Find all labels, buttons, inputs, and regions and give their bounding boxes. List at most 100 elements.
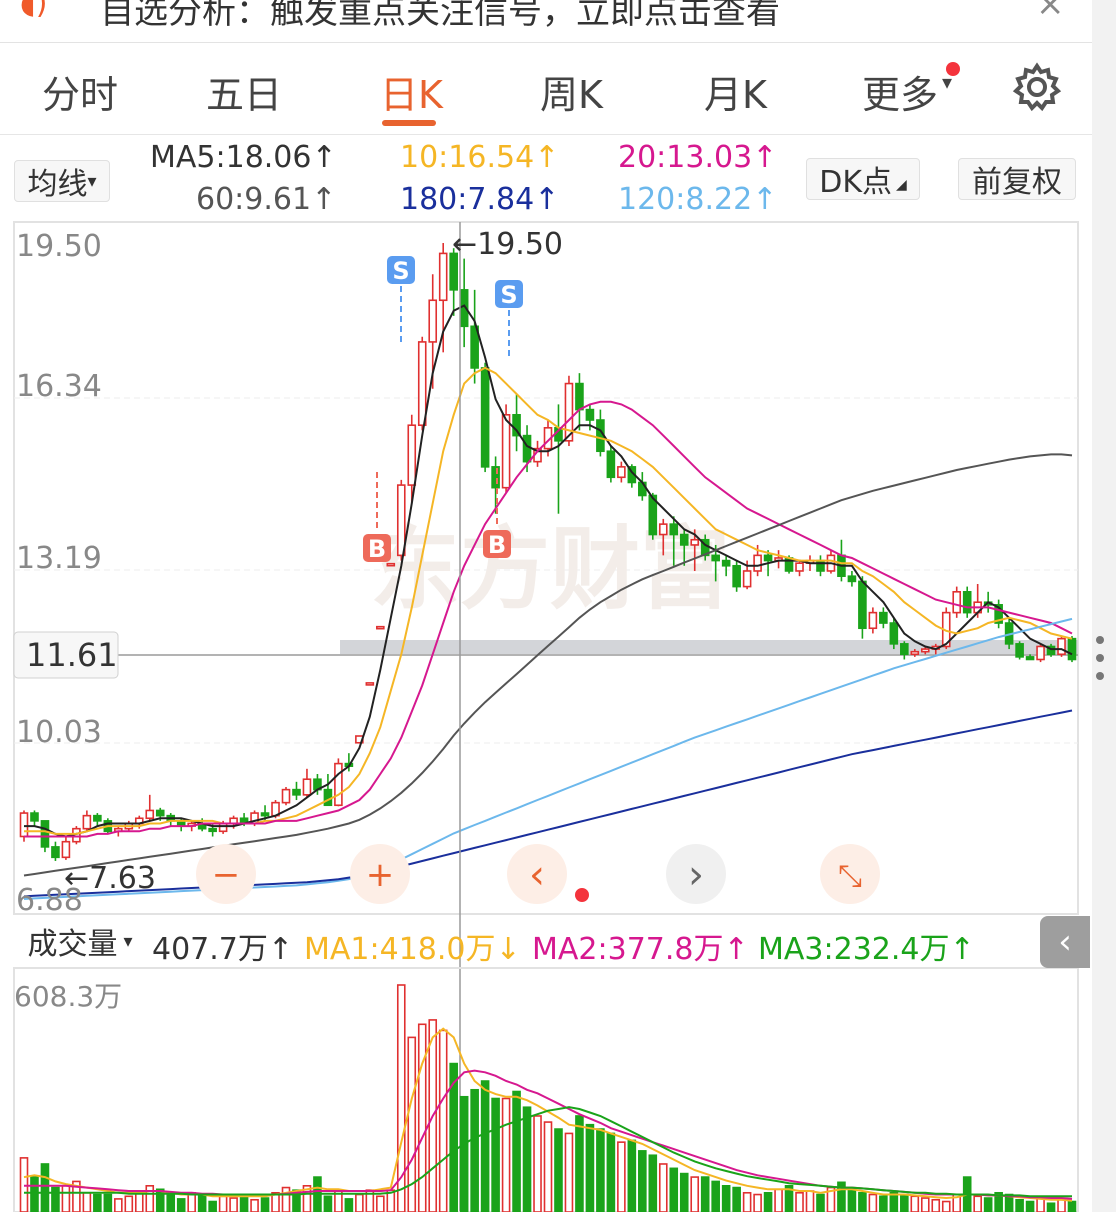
- candle-body: [208, 827, 217, 833]
- candle-body: [763, 554, 773, 562]
- sell-signal-marker[interactable]: S: [495, 280, 523, 309]
- signal-label: S: [392, 257, 409, 285]
- candle-body: [658, 523, 668, 536]
- volume-bar: [355, 1193, 364, 1212]
- side-scroll-track: [1092, 0, 1116, 1212]
- zoom-in-button[interactable]: +: [350, 844, 410, 904]
- buy-signal-marker[interactable]: B: [363, 534, 391, 563]
- pan-right-button[interactable]: ›: [666, 844, 726, 904]
- candle-body: [742, 570, 752, 588]
- volume-bar: [690, 1176, 700, 1212]
- candle-body: [30, 812, 39, 822]
- minus-icon: −: [212, 855, 241, 895]
- expand-icon: ⤡: [838, 859, 862, 894]
- volume-bar: [900, 1193, 909, 1212]
- volume-bar: [533, 1115, 542, 1212]
- volume-bar: [176, 1198, 186, 1212]
- current-price-value: 11.61: [26, 636, 118, 674]
- fullscreen-button[interactable]: ⤡: [820, 844, 880, 904]
- candle-body: [376, 625, 385, 630]
- price-tick-label: 19.50: [16, 229, 102, 264]
- candle-body: [679, 533, 689, 546]
- volume-bar: [438, 1029, 448, 1212]
- volume-bar: [145, 1185, 155, 1212]
- candle-body: [522, 434, 532, 463]
- min-price-marker: ←7.63: [64, 861, 156, 896]
- volume-bar: [501, 1097, 511, 1212]
- volume-legend-bar: 成交量 ▾ 407.7万↑ MA1:418.0万↓ MA2:377.8万↑ MA3…: [14, 918, 1078, 968]
- volume-bar: [124, 1195, 134, 1212]
- volume-bar: [617, 1141, 626, 1212]
- volume-ma1: MA1:418.0万↓: [304, 932, 521, 967]
- buy-signal-marker[interactable]: B: [483, 530, 511, 559]
- volume-axis-label: 608.3万: [14, 980, 122, 1013]
- candle-body: [51, 846, 60, 859]
- volume-bar: [679, 1172, 689, 1212]
- volume-bar: [554, 1128, 563, 1212]
- candle-body: [816, 559, 825, 572]
- candle-body: [501, 413, 511, 489]
- volume-bar: [742, 1191, 752, 1212]
- candle-body: [480, 367, 490, 468]
- chevron-right-icon: ›: [688, 852, 704, 898]
- candle-body: [900, 643, 909, 656]
- volume-bar: [889, 1191, 899, 1212]
- volume-bar: [983, 1197, 993, 1212]
- candle-body: [721, 559, 731, 567]
- zoom-out-button[interactable]: −: [196, 844, 256, 904]
- candle-body: [155, 809, 165, 817]
- volume-bar: [795, 1191, 804, 1212]
- candle-body: [910, 650, 920, 656]
- volume-bar: [82, 1191, 92, 1212]
- volume-bar: [774, 1188, 783, 1212]
- candle-body: [428, 299, 438, 343]
- volume-bar: [323, 1195, 333, 1212]
- sell-signal-marker[interactable]: S: [387, 256, 415, 285]
- volume-bar: [847, 1188, 857, 1212]
- candle-body: [962, 591, 972, 614]
- candlestick-chart[interactable]: 东方财富 19.50 16.34 13.19 10.03 6.88 11.61 …: [0, 0, 1092, 1212]
- volume-bar: [1057, 1198, 1066, 1212]
- volume-bar: [585, 1123, 595, 1212]
- volume-bar: [344, 1198, 354, 1212]
- dropdown-icon: ▾: [123, 930, 133, 952]
- volume-bar: [920, 1197, 930, 1212]
- volume-bar: [596, 1128, 605, 1212]
- volume-bar: [669, 1167, 679, 1212]
- volume-bar: [858, 1191, 867, 1212]
- candle-body: [585, 408, 595, 421]
- pan-left-button[interactable]: ‹: [507, 844, 567, 904]
- volume-bar: [564, 1132, 574, 1212]
- volume-bar: [187, 1191, 196, 1212]
- max-price-marker: ←19.50: [452, 227, 563, 262]
- candle-body: [858, 580, 867, 630]
- volume-bar: [1046, 1202, 1056, 1212]
- candle-body: [260, 812, 270, 817]
- collapse-panel-button[interactable]: ‹: [1040, 916, 1090, 968]
- volume-bar: [721, 1185, 731, 1212]
- volume-bar: [218, 1195, 228, 1212]
- volume-bar: [627, 1139, 637, 1212]
- candle-body: [920, 648, 930, 653]
- volume-bar: [480, 1080, 490, 1212]
- volume-indicator-select[interactable]: 成交量 ▾: [14, 920, 146, 962]
- volume-bar: [1025, 1200, 1035, 1212]
- volume-value: 407.7万↑: [152, 932, 294, 967]
- volume-bar: [376, 1195, 385, 1212]
- volume-bar: [543, 1121, 553, 1212]
- volume-ma2: MA2:377.8万↑: [532, 932, 749, 967]
- volume-bar: [491, 1097, 500, 1212]
- volume-bar: [51, 1186, 60, 1212]
- side-handle-icon[interactable]: [1096, 636, 1104, 692]
- candle-body: [302, 778, 312, 796]
- volume-bar: [114, 1198, 123, 1212]
- candle-body: [82, 814, 92, 830]
- candle-body: [334, 762, 343, 807]
- candle-body: [396, 484, 406, 557]
- volume-bar: [575, 1115, 584, 1212]
- candle-body: [407, 424, 417, 486]
- volume-bar: [417, 1023, 427, 1212]
- plus-icon: +: [366, 855, 395, 895]
- candle-body: [438, 252, 448, 302]
- candle-body: [292, 788, 301, 796]
